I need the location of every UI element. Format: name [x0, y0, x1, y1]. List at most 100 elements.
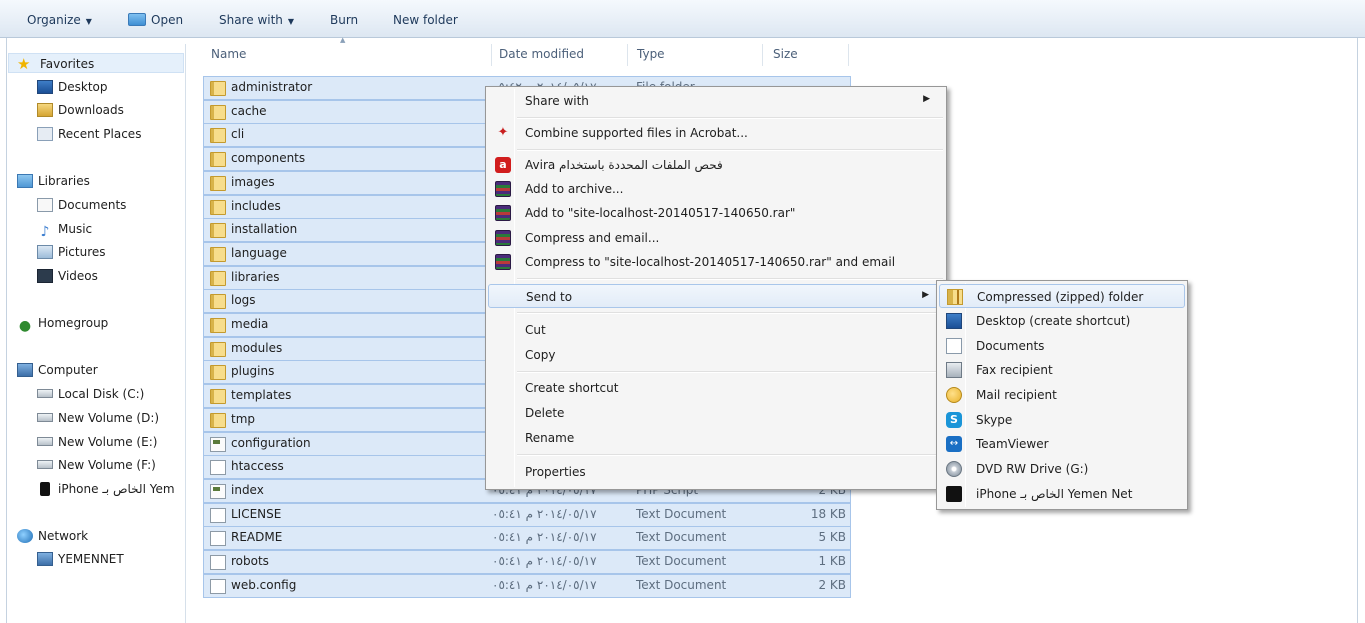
nav-iphone[interactable]: iPhone الخاص بـ Yem — [37, 479, 175, 499]
phone-icon — [40, 482, 50, 496]
column-divider[interactable] — [762, 44, 763, 66]
nav-downloads[interactable]: Downloads — [37, 100, 124, 120]
acrobat-icon: ✦ — [497, 125, 509, 140]
nav-label: New Volume (E:) — [58, 435, 158, 449]
file-row[interactable]: web.config ٢٠١٤/٠٥/١٧ م ٠٥:٤١ Text Documen… — [203, 573, 851, 598]
column-header-size[interactable]: Size — [773, 47, 798, 61]
share-with-button[interactable]: Share with ▼ — [219, 11, 294, 29]
recent-places-icon — [37, 127, 53, 141]
avira-icon: a — [495, 157, 511, 173]
nav-label: Favorites — [40, 57, 95, 71]
send-to-teamviewer[interactable]: ↔ TeamViewer — [939, 432, 1185, 456]
nav-label: Music — [58, 222, 93, 236]
menu-item-send-to[interactable]: Send to ▶ — [488, 284, 944, 308]
column-header-type[interactable]: Type — [637, 47, 665, 61]
nav-pictures[interactable]: Pictures — [37, 242, 106, 262]
file-type: Text Document — [636, 506, 727, 521]
menu-item-rename[interactable]: Rename — [488, 426, 944, 450]
file-date-modified: ٢٠١٤/٠٥/١٧ م ٠٥:٤١ — [492, 506, 597, 521]
nav-label: Pictures — [58, 245, 106, 259]
menu-item-add-to-rar[interactable]: Add to "site-localhost-20140517-140650.r… — [488, 201, 944, 225]
menu-item-delete[interactable]: Delete — [488, 401, 944, 425]
network-icon — [17, 529, 33, 543]
nav-volume-e[interactable]: New Volume (E:) — [37, 432, 157, 452]
context-menu: Share with ▶ ✦ Combine supported files in … — [485, 86, 947, 490]
menu-item-label: Rename — [525, 431, 575, 445]
menu-item-copy[interactable]: Copy — [488, 343, 944, 367]
nav-label: New Volume (F:) — [58, 458, 156, 472]
nav-label: Libraries — [38, 174, 90, 188]
folder-icon — [210, 246, 226, 262]
send-to-fax-recipient[interactable]: Fax recipient — [939, 358, 1185, 382]
nav-recent-places[interactable]: Recent Places — [37, 124, 141, 144]
nav-yemennet[interactable]: YEMENNET — [37, 549, 124, 569]
phone-icon — [946, 486, 962, 502]
menu-item-compress-email[interactable]: Compress and email... — [488, 226, 944, 250]
menu-item-compress-rar-email[interactable]: Compress to "site-localhost-20140517-140… — [488, 250, 944, 274]
column-header-date-modified[interactable]: Date modified — [499, 47, 584, 61]
column-header-name[interactable]: Name — [211, 47, 246, 61]
nav-homegroup[interactable]: ● Homegroup — [17, 313, 108, 333]
nav-libraries[interactable]: Libraries — [17, 171, 90, 191]
menu-item-label: iPhone الخاص بـ Yemen Net — [976, 487, 1133, 501]
folder-icon — [210, 152, 226, 168]
file-type: Text Document — [636, 530, 727, 545]
send-to-skype[interactable]: S Skype — [939, 408, 1185, 432]
menu-item-share-with[interactable]: Share with ▶ — [488, 89, 944, 113]
file-name: plugins — [231, 364, 275, 379]
burn-button[interactable]: Burn — [330, 11, 358, 29]
nav-computer[interactable]: Computer — [17, 360, 98, 380]
column-divider[interactable] — [848, 44, 849, 66]
menu-item-label: Share with — [525, 94, 589, 108]
nav-label: Downloads — [58, 103, 124, 117]
file-name: includes — [231, 198, 281, 213]
file-name: README — [231, 530, 283, 545]
nav-local-disk-c[interactable]: Local Disk (C:) — [37, 384, 144, 404]
drive-icon — [37, 389, 53, 398]
send-to-desktop-shortcut[interactable]: Desktop (create shortcut) — [939, 309, 1185, 333]
send-to-dvd-drive[interactable]: DVD RW Drive (G:) — [939, 457, 1185, 481]
menu-item-create-shortcut[interactable]: Create shortcut — [488, 376, 944, 400]
file-row[interactable]: LICENSE ٢٠١٤/٠٥/١٧ م ٠٥:٤١ Text Document 18… — [203, 502, 851, 527]
nav-volume-f[interactable]: New Volume (F:) — [37, 455, 156, 475]
menu-item-add-to-archive[interactable]: Add to archive... — [488, 177, 944, 201]
organize-button[interactable]: Organize ▼ — [27, 11, 92, 29]
column-divider[interactable] — [491, 44, 492, 66]
star-icon: ★ — [17, 55, 31, 73]
file-name: web.config — [231, 577, 297, 592]
nav-desktop[interactable]: Desktop — [37, 77, 108, 97]
drive-icon — [37, 413, 53, 422]
menu-separator — [517, 454, 943, 456]
menu-item-label: Compress to "site-localhost-20140517-140… — [525, 255, 896, 269]
file-size: 18 KB — [810, 506, 846, 521]
nav-videos[interactable]: Videos — [37, 266, 98, 286]
folder-icon — [210, 341, 226, 357]
nav-network[interactable]: Network — [17, 526, 88, 546]
menu-item-label: Copy — [525, 348, 556, 362]
menu-item-combine-acrobat[interactable]: ✦ Combine supported files in Acrobat... — [488, 121, 944, 145]
file-size: 1 KB — [818, 554, 846, 568]
file-row[interactable]: robots ٢٠١٤/٠٥/١٧ م ٠٥:٤١ Text Document 1 K… — [203, 550, 851, 574]
menu-item-avira-scan[interactable]: a Avira فحص الملفات المحددة باستخدام — [488, 153, 944, 177]
send-to-documents[interactable]: Documents — [939, 334, 1185, 358]
nav-documents[interactable]: Documents — [37, 195, 126, 215]
file-name: administrator — [231, 80, 313, 94]
folder-icon — [210, 294, 226, 310]
menu-item-label: Combine supported files in Acrobat... — [525, 126, 748, 140]
send-to-compressed-folder[interactable]: Compressed (zipped) folder — [939, 284, 1185, 308]
nav-music[interactable]: ♪ Music — [37, 219, 93, 239]
column-divider[interactable] — [627, 44, 628, 66]
send-to-submenu: Compressed (zipped) folder Desktop (crea… — [936, 280, 1188, 510]
share-with-label: Share with — [219, 13, 283, 27]
send-to-iphone[interactable]: iPhone الخاص بـ Yemen Net — [939, 482, 1185, 506]
nav-volume-d[interactable]: New Volume (D:) — [37, 408, 159, 428]
nav-favorites[interactable]: ★ Favorites — [8, 53, 184, 73]
file-name: media — [231, 317, 269, 331]
send-to-mail-recipient[interactable]: Mail recipient — [939, 383, 1185, 407]
new-folder-button[interactable]: New folder — [393, 11, 458, 29]
new-folder-label: New folder — [393, 13, 458, 27]
open-button[interactable]: Open — [128, 11, 183, 29]
menu-item-cut[interactable]: Cut — [488, 318, 944, 342]
menu-item-properties[interactable]: Properties — [488, 460, 944, 484]
file-row[interactable]: README ٢٠١٤/٠٥/١٧ م ٠٥:٤١ Text Document 5 K… — [203, 526, 851, 551]
